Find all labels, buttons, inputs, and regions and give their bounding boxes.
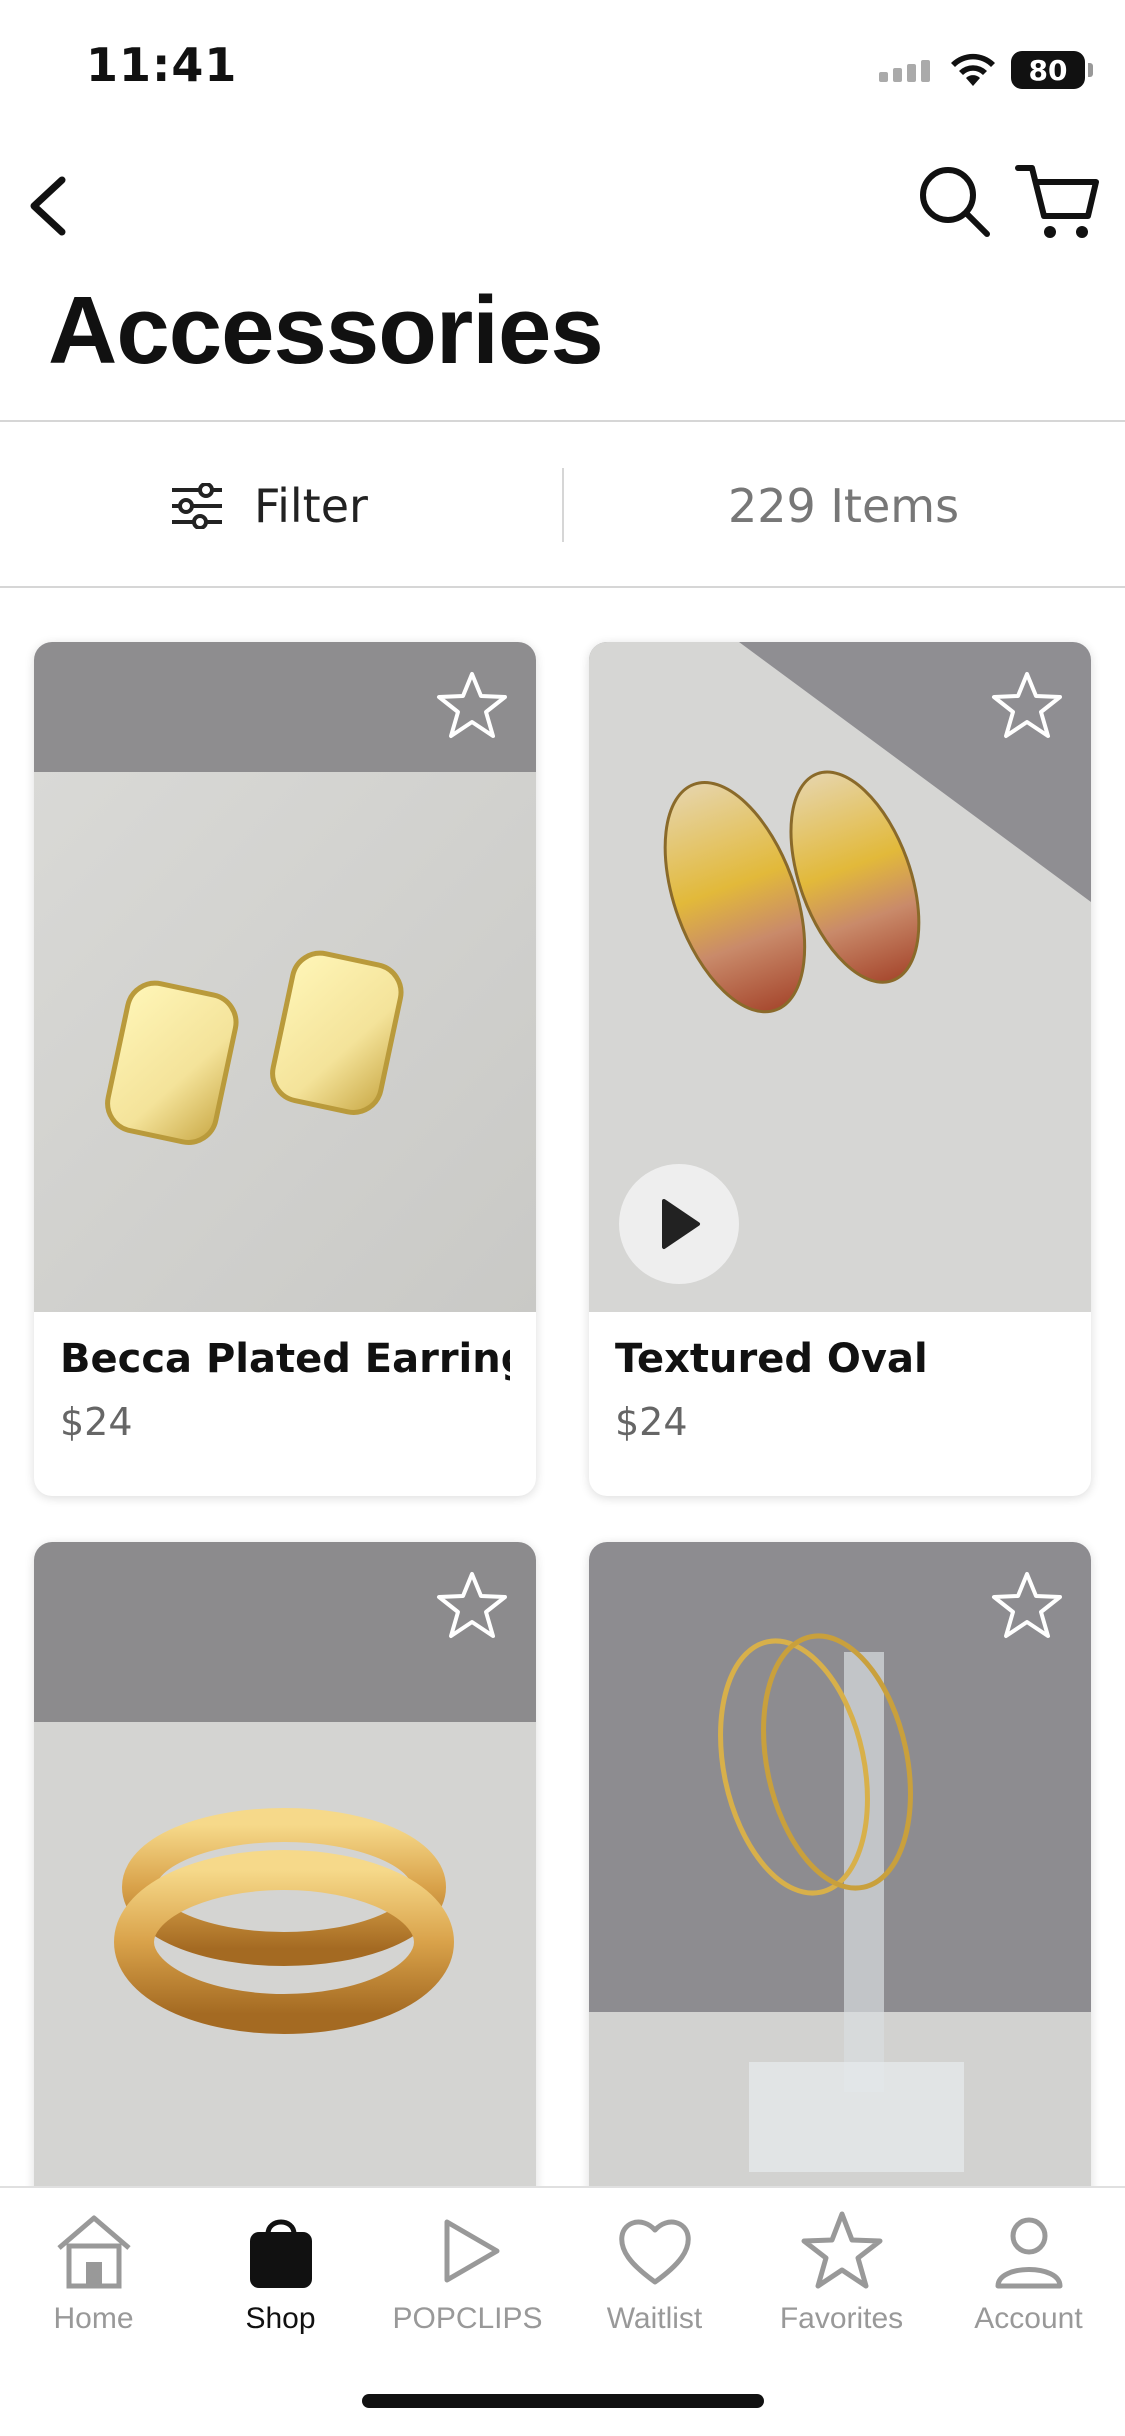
tab-label: POPCLIPS bbox=[392, 2302, 543, 2335]
favorite-button[interactable] bbox=[989, 668, 1065, 744]
filter-bar: Filter 229 Items bbox=[0, 420, 1125, 588]
tab-home[interactable]: Home bbox=[0, 2206, 187, 2356]
favorite-button[interactable] bbox=[434, 1568, 510, 1644]
product-info[interactable]: Becca Plated Earrings- $24 bbox=[34, 1312, 536, 1496]
play-icon bbox=[662, 1199, 700, 1249]
tab-favorites[interactable]: Favorites bbox=[748, 2206, 935, 2356]
status-bar: 11:41 80 bbox=[0, 0, 1125, 130]
product-image[interactable] bbox=[589, 1542, 1091, 2212]
tab-account[interactable]: Account bbox=[935, 2206, 1122, 2356]
filter-sliders-icon bbox=[172, 483, 222, 529]
home-indicator[interactable] bbox=[362, 2394, 764, 2408]
product-card[interactable]: Becca Plated Earrings- $24 bbox=[34, 642, 536, 1496]
status-icons: 80 bbox=[879, 48, 1093, 92]
product-info[interactable]: Textured Oval $24 bbox=[589, 1312, 1091, 1496]
filter-label: Filter bbox=[254, 479, 368, 533]
favorite-button[interactable] bbox=[434, 668, 510, 744]
person-icon bbox=[995, 2217, 1062, 2289]
star-outline-icon bbox=[437, 1572, 507, 1638]
tab-shop[interactable]: Shop bbox=[187, 2206, 374, 2356]
battery-indicator: 80 bbox=[1011, 51, 1093, 89]
tab-label: Account bbox=[974, 2302, 1083, 2335]
favorite-button[interactable] bbox=[989, 1568, 1065, 1644]
filter-button[interactable]: Filter bbox=[170, 474, 368, 538]
cart-icon bbox=[1015, 165, 1099, 238]
tab-label: Home bbox=[53, 2302, 134, 2335]
shopping-bag-icon bbox=[249, 2219, 312, 2288]
nav-bar bbox=[0, 150, 1125, 250]
star-outline-icon bbox=[437, 672, 507, 738]
tab-popclips[interactable]: POPCLIPS bbox=[374, 2206, 561, 2356]
back-button[interactable] bbox=[20, 160, 90, 240]
product-image[interactable] bbox=[589, 642, 1091, 1312]
tab-label: Waitlist bbox=[606, 2302, 703, 2335]
product-card[interactable] bbox=[589, 1542, 1091, 2212]
product-image[interactable] bbox=[34, 1542, 536, 2212]
product-price: $24 bbox=[615, 1400, 688, 1444]
wifi-icon bbox=[951, 53, 995, 86]
cellular-signal-icon bbox=[879, 60, 930, 82]
star-outline-icon bbox=[992, 672, 1062, 738]
tab-label: Favorites bbox=[779, 2302, 904, 2335]
product-price: $24 bbox=[60, 1400, 133, 1444]
search-icon bbox=[920, 167, 990, 237]
chevron-left-icon bbox=[30, 176, 66, 236]
product-name: Becca Plated Earrings- bbox=[60, 1336, 510, 1382]
product-card[interactable] bbox=[34, 1542, 536, 2212]
tab-label: Shop bbox=[245, 2302, 316, 2335]
product-image[interactable] bbox=[34, 642, 536, 1312]
heart-icon bbox=[618, 2219, 691, 2285]
page-title: Accessories bbox=[48, 277, 604, 384]
battery-level: 80 bbox=[1028, 53, 1068, 87]
star-icon bbox=[801, 2211, 882, 2289]
tab-waitlist[interactable]: Waitlist bbox=[561, 2206, 748, 2356]
product-card[interactable]: Textured Oval $24 bbox=[589, 642, 1091, 1496]
product-name: Textured Oval bbox=[615, 1336, 928, 1382]
star-outline-icon bbox=[992, 1572, 1062, 1638]
play-icon bbox=[444, 2219, 499, 2283]
cart-button[interactable] bbox=[1012, 156, 1102, 246]
search-button[interactable] bbox=[915, 162, 995, 242]
items-count: 229 Items bbox=[727, 479, 960, 533]
home-icon bbox=[56, 2215, 131, 2289]
play-video-button[interactable] bbox=[619, 1164, 739, 1284]
status-time: 11:41 bbox=[86, 38, 238, 92]
